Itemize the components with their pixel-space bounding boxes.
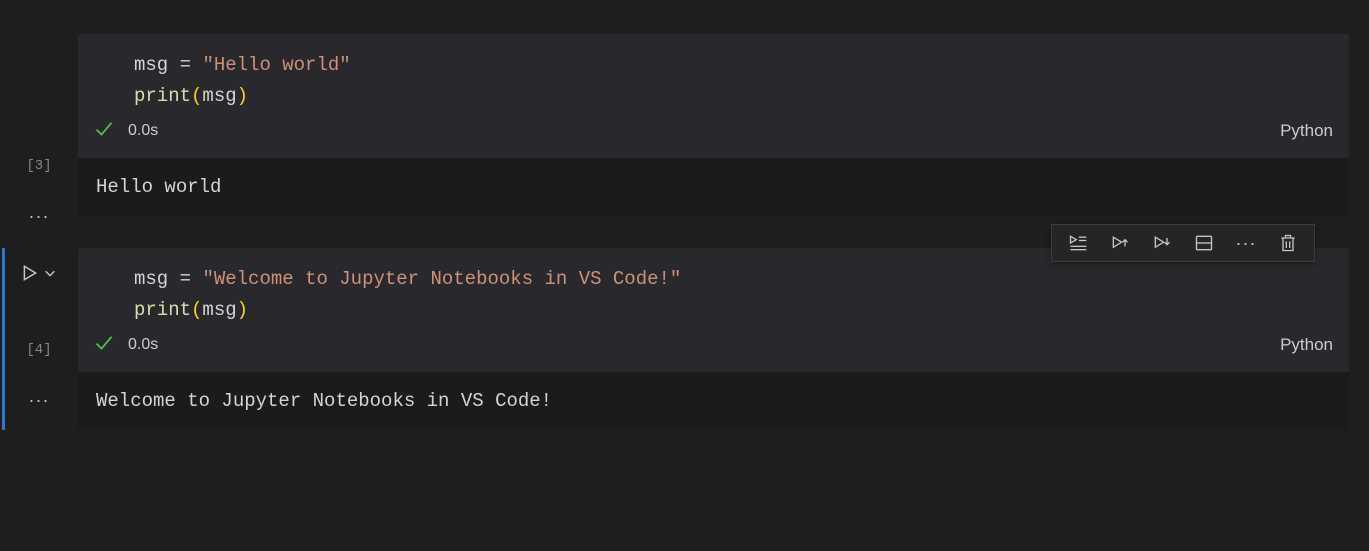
code-token-string: "Welcome to Jupyter Notebooks in VS Code… — [202, 268, 681, 290]
run-below-icon[interactable] — [1148, 229, 1176, 257]
code-token-string: "Hello world" — [202, 54, 350, 76]
notebook-cell[interactable]: [4] ··· — [0, 248, 1369, 430]
output-more-icon[interactable]: ··· — [29, 206, 50, 228]
code-token-paren: ( — [191, 85, 202, 107]
code-token-var: msg — [202, 299, 236, 321]
code-editor[interactable]: msg = "Hello world" print(msg) 0.0s Pyth… — [78, 34, 1349, 158]
code-token-paren: ) — [237, 299, 248, 321]
split-cell-icon[interactable] — [1190, 229, 1218, 257]
notebook: [3] ··· msg = "Hello world" print(msg) 0… — [0, 34, 1369, 430]
cell-body: msg = "Hello world" print(msg) 0.0s Pyth… — [78, 34, 1369, 228]
success-check-icon — [94, 119, 114, 144]
output-more-icon[interactable]: ··· — [29, 390, 50, 412]
execution-time: 0.0s — [128, 336, 158, 354]
execution-count: [3] — [26, 158, 51, 178]
code-token-var: msg — [202, 85, 236, 107]
code-token-op: = — [180, 54, 191, 76]
cell-output: Hello world — [78, 158, 1349, 216]
cell-body: ··· msg = "Welcome to Jupyter Notebooks … — [78, 248, 1369, 430]
cell-status-bar: 0.0s Python — [78, 113, 1349, 152]
cell-gutter: [3] ··· — [0, 34, 78, 228]
code-content[interactable]: msg = "Hello world" print(msg) — [78, 50, 1349, 113]
chevron-down-icon[interactable] — [43, 266, 57, 285]
execution-count: [4] — [26, 342, 51, 362]
more-actions-icon[interactable]: ··· — [1232, 229, 1260, 257]
code-token-fn: print — [134, 299, 191, 321]
run-by-line-icon[interactable] — [1064, 229, 1092, 257]
run-above-icon[interactable] — [1106, 229, 1134, 257]
code-token-fn: print — [134, 85, 191, 107]
run-cell-icon[interactable] — [21, 264, 39, 287]
code-token-var: msg — [134, 54, 168, 76]
cell-toolbar: ··· — [1051, 224, 1315, 262]
cell-output: Welcome to Jupyter Notebooks in VS Code! — [78, 372, 1349, 430]
code-token-var: msg — [134, 268, 168, 290]
success-check-icon — [94, 333, 114, 358]
language-label[interactable]: Python — [1280, 335, 1333, 355]
delete-cell-icon[interactable] — [1274, 229, 1302, 257]
code-token-paren: ( — [191, 299, 202, 321]
cell-gutter: [4] ··· — [0, 248, 78, 430]
language-label[interactable]: Python — [1280, 121, 1333, 141]
notebook-cell[interactable]: [3] ··· msg = "Hello world" print(msg) 0… — [0, 34, 1369, 228]
code-token-op: = — [180, 268, 191, 290]
code-token-paren: ) — [237, 85, 248, 107]
code-content[interactable]: msg = "Welcome to Jupyter Notebooks in V… — [78, 264, 1349, 327]
code-editor[interactable]: msg = "Welcome to Jupyter Notebooks in V… — [78, 248, 1349, 372]
cell-status-bar: 0.0s Python — [78, 327, 1349, 366]
execution-time: 0.0s — [128, 122, 158, 140]
